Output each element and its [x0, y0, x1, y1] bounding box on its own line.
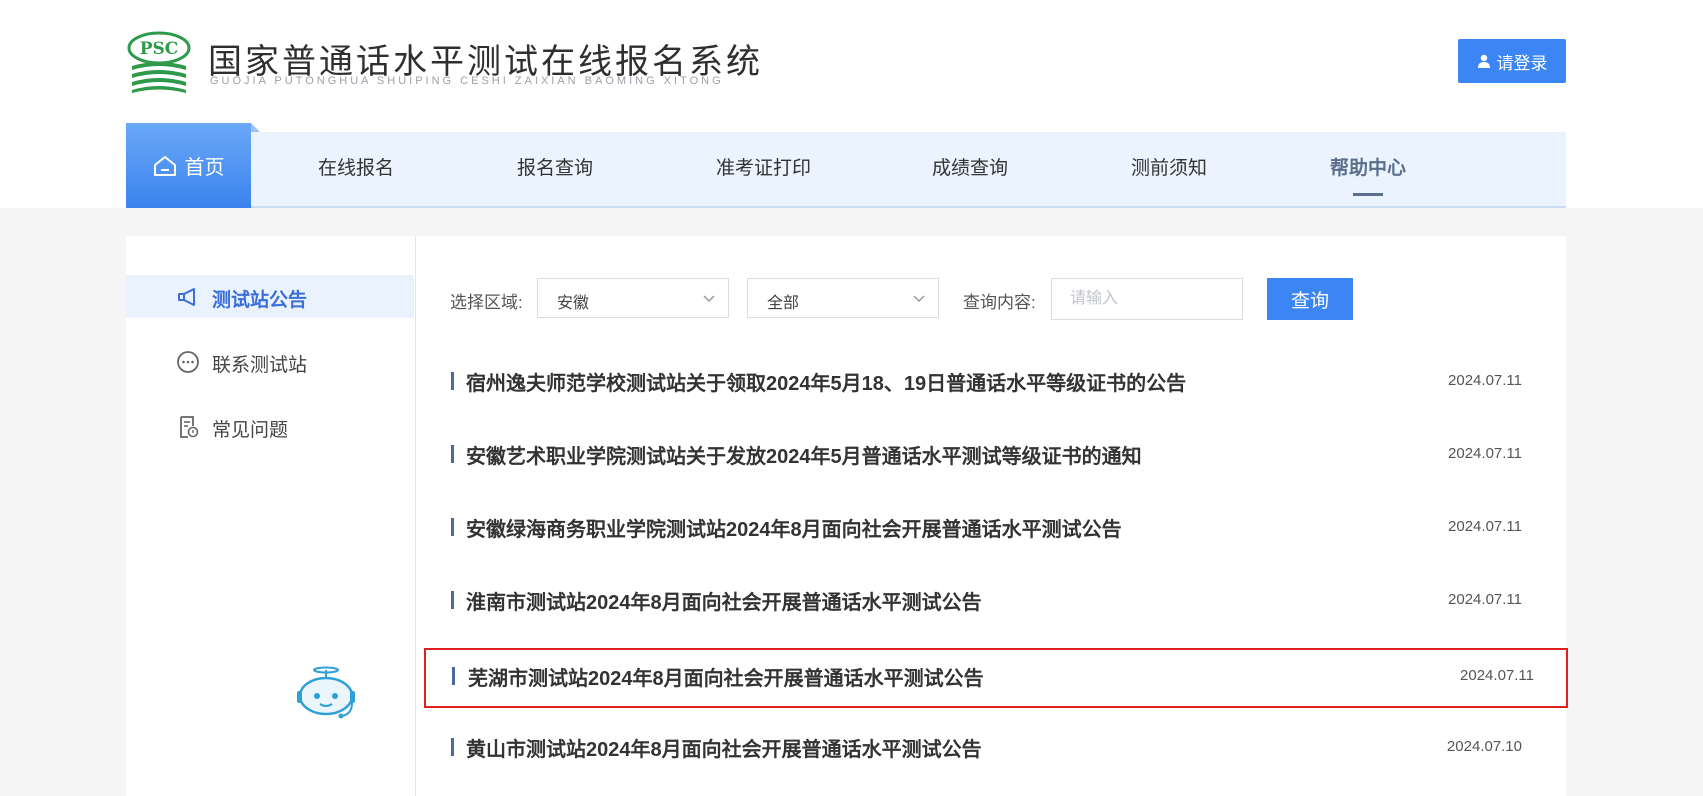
- sidebar-item-contact-station[interactable]: 联系测试站: [126, 340, 414, 383]
- sidebar-item-label: 联系测试站: [212, 355, 308, 376]
- sidebar-item-faq[interactable]: 常见问题: [126, 405, 414, 448]
- region-select[interactable]: 安徽: [537, 278, 729, 318]
- notice-marker: [452, 667, 455, 685]
- notice-item-highlighted[interactable]: 芜湖市测试站2024年8月面向社会开展普通话水平测试公告 2024.07.11: [424, 648, 1568, 708]
- nav-home[interactable]: 首页: [126, 123, 260, 208]
- psc-logo-icon: PSC: [127, 31, 191, 93]
- notice-date: 2024.07.11: [1460, 667, 1534, 684]
- notice-title[interactable]: 淮南市测试站2024年8月面向社会开展普通话水平测试公告: [466, 586, 982, 615]
- nav-online-registration[interactable]: 在线报名: [318, 132, 394, 206]
- nav-home-label: 首页: [184, 157, 225, 179]
- nav-help-center[interactable]: 帮助中心: [1330, 132, 1406, 206]
- sidebar: 测试站公告 联系测试站 常见问题: [126, 236, 416, 796]
- chat-bubble-icon: [177, 351, 199, 373]
- notice-title[interactable]: 芜湖市测试站2024年8月面向社会开展普通话水平测试公告: [468, 662, 984, 691]
- notice-title[interactable]: 安徽艺术职业学院测试站关于发放2024年5月普通话水平测试等级证书的通知: [466, 440, 1142, 469]
- nav-pretest-notice[interactable]: 测前须知: [1131, 132, 1207, 206]
- sidebar-item-station-notice[interactable]: 测试站公告: [126, 275, 414, 318]
- type-select[interactable]: 全部: [747, 278, 939, 318]
- region-label: 选择区域:: [450, 293, 523, 312]
- robot-assistant-icon[interactable]: [294, 666, 358, 720]
- notice-date: 2024.07.11: [1448, 445, 1522, 462]
- notice-marker: [451, 738, 454, 756]
- sidebar-item-label: 常见问题: [212, 420, 289, 441]
- notice-item[interactable]: 淮南市测试站2024年8月面向社会开展普通话水平测试公告 2024.07.11: [450, 572, 1528, 628]
- search-button[interactable]: 查询: [1267, 278, 1353, 320]
- home-icon: [153, 155, 176, 176]
- notice-item[interactable]: 宿州逸夫师范学校测试站关于领取2024年5月18、19日普通话水平等级证书的公告…: [450, 353, 1528, 409]
- nav-admission-ticket[interactable]: 准考证打印: [716, 132, 811, 206]
- notice-date: 2024.07.10: [1446, 738, 1522, 755]
- logo-subtitle: GUOJIA PUTONGHUA SHUIPING CESHI ZAIXIAN …: [210, 75, 724, 87]
- site-logo[interactable]: PSC 国家普通话水平测试在线报名系统 GUOJIA PUTONGHUA SHU…: [126, 28, 760, 98]
- notice-date: 2024.07.11: [1448, 372, 1522, 389]
- notice-marker: [451, 591, 454, 609]
- svg-text:PSC: PSC: [140, 39, 179, 59]
- notice-date: 2024.07.11: [1448, 518, 1522, 535]
- main-nav: 首页 在线报名 报名查询 准考证打印 成绩查询 测前须知 帮助中心: [126, 123, 1566, 208]
- user-icon: [1477, 54, 1490, 68]
- notice-title[interactable]: 安徽绿海商务职业学院测试站2024年8月面向社会开展普通话水平测试公告: [466, 513, 1122, 542]
- search-input[interactable]: [1051, 278, 1243, 320]
- notice-title[interactable]: 黄山市测试站2024年8月面向社会开展普通话水平测试公告: [466, 733, 982, 762]
- document-icon: [180, 416, 199, 438]
- nav-registration-query[interactable]: 报名查询: [517, 132, 593, 206]
- megaphone-icon: [178, 288, 195, 306]
- login-label: 请登录: [1496, 53, 1548, 73]
- region-select-value: 安徽: [557, 295, 590, 312]
- notice-item[interactable]: 安徽绿海商务职业学院测试站2024年8月面向社会开展普通话水平测试公告 2024…: [450, 499, 1528, 555]
- notice-marker: [451, 372, 454, 390]
- nav-score-query[interactable]: 成绩查询: [932, 132, 1008, 206]
- notice-marker: [451, 445, 454, 463]
- notice-item[interactable]: 黄山市测试站2024年8月面向社会开展普通话水平测试公告 2024.07.10: [450, 719, 1528, 775]
- content-panel: 测试站公告 联系测试站 常见问题 选择区域: 安徽 全部 查询内容: 请输入 查…: [126, 236, 1568, 796]
- chevron-down-icon: [913, 295, 925, 303]
- sidebar-item-label: 测试站公告: [212, 290, 308, 311]
- notice-marker: [451, 518, 454, 536]
- login-button[interactable]: 请登录: [1458, 39, 1566, 83]
- type-select-value: 全部: [767, 295, 800, 312]
- query-label: 查询内容:: [963, 293, 1036, 312]
- chevron-down-icon: [703, 295, 715, 303]
- notice-title[interactable]: 宿州逸夫师范学校测试站关于领取2024年5月18、19日普通话水平等级证书的公告: [466, 367, 1186, 396]
- notice-date: 2024.07.11: [1448, 591, 1522, 608]
- notice-item[interactable]: 安徽艺术职业学院测试站关于发放2024年5月普通话水平测试等级证书的通知 202…: [450, 426, 1528, 482]
